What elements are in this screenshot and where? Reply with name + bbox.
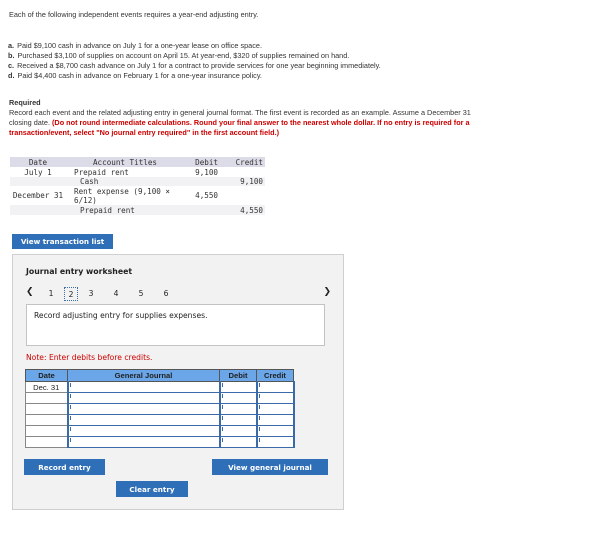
credit-input[interactable] [255,425,295,437]
event-item: d. Paid $4,400 cash in advance on Februar… [8,71,381,81]
page-link-5[interactable]: 5 [134,289,148,303]
journal-row [25,392,295,404]
journal-date [25,392,68,404]
example-date: December 31 [12,191,64,200]
account-input[interactable] [66,425,221,437]
chevron-left-icon[interactable]: ❮ [26,287,34,297]
event-item: c. Received a $8,700 cash advance on July… [8,61,381,71]
journal-row [25,425,295,437]
page-link-6[interactable]: 6 [159,289,173,303]
required-instruction: (Do not round intermediate calculations.… [9,117,470,137]
account-input[interactable] [66,436,221,448]
journal-date [25,425,68,437]
journal-row [25,414,295,426]
debit-input[interactable] [218,425,258,437]
example-account: Cash [80,177,99,186]
debit-input[interactable] [218,403,258,415]
example-debit: 4,550 [195,191,218,200]
example-table: Date Account Titles Debit Credit July 1 … [10,157,265,215]
debit-input[interactable] [218,392,258,404]
header-credit: Credit [256,369,294,382]
journal-row: Dec. 31 [25,381,295,393]
view-transaction-list-button[interactable]: View transaction list [12,234,113,249]
account-input[interactable] [66,403,221,415]
example-header-credit: Credit [235,157,263,167]
intro-text: Each of the following independent events… [9,10,259,19]
debit-input[interactable] [218,414,258,426]
example-credit: 4,550 [240,205,263,215]
example-row: July 1 Prepaid rent 9,100 [10,167,265,177]
event-letter: c. [8,61,15,70]
clear-entry-button[interactable]: Clear entry [116,481,188,497]
page-link-1[interactable]: 1 [44,289,58,303]
worksheet-pagination: ❮ 1 2 3 4 5 6 ❯ [26,287,331,301]
example-credit: 9,100 [240,177,263,186]
debits-note: Note: Enter debits before credits. [26,353,153,362]
journal-row [25,403,295,415]
page-link-4[interactable]: 4 [109,289,123,303]
record-entry-button[interactable]: Record entry [24,459,105,475]
required-body: Record each event and the related adjust… [9,108,479,137]
event-item: a. Paid $9,100 cash in advance on July 1 … [8,41,381,51]
event-letter: d. [8,71,15,80]
journal-date [25,414,68,426]
view-general-journal-button[interactable]: View general journal [212,459,328,475]
example-account: Rent expense (9,100 × 6/12) [74,186,171,205]
credit-input[interactable] [255,381,295,393]
events-list: a. Paid $9,100 cash in advance on July 1 … [8,41,381,81]
debit-input[interactable] [218,381,258,393]
example-header-debit: Debit [195,157,218,167]
example-header-row: Date Account Titles Debit Credit [10,157,265,167]
header-date: Date [25,369,68,382]
account-input[interactable] [66,414,221,426]
event-text: Purchased $3,100 of supplies on account … [17,51,350,60]
journal-row [25,436,295,448]
event-text: Paid $4,400 cash in advance on February … [17,71,262,80]
event-letter: b. [8,51,15,60]
credit-input[interactable] [255,414,295,426]
credit-input[interactable] [255,392,295,404]
journal-date: Dec. 31 [25,381,68,393]
journal-entry-worksheet: Journal entry worksheet ❮ 1 2 3 4 5 6 ❯ … [12,254,344,510]
chevron-right-icon[interactable]: ❯ [323,287,331,297]
header-debit: Debit [219,369,257,382]
header-general-journal: General Journal [67,369,220,382]
journal-date [25,403,68,415]
example-row: Cash 9,100 [10,177,265,186]
page-link-2[interactable]: 2 [64,287,78,301]
example-row: December 31 Rent expense (9,100 × 6/12) … [10,186,265,205]
account-input[interactable] [66,381,221,393]
required-title: Required [9,98,41,107]
journal-entry-table: Date General Journal Debit Credit Dec. 3… [25,369,295,448]
credit-input[interactable] [255,403,295,415]
event-text: Received a $8,700 cash advance on July 1… [17,61,381,70]
account-input[interactable] [66,392,221,404]
page-link-3[interactable]: 3 [84,289,98,303]
example-header-date: Date [28,157,48,167]
example-row: Prepaid rent 4,550 [10,205,265,215]
credit-input[interactable] [255,436,295,448]
example-header-account: Account Titles [92,157,157,167]
event-text: Paid $9,100 cash in advance on July 1 fo… [17,41,262,50]
entry-description: Record adjusting entry for supplies expe… [26,304,325,346]
example-debit: 9,100 [195,167,218,177]
journal-header-row: Date General Journal Debit Credit [25,369,294,382]
event-item: b. Purchased $3,100 of supplies on accoun… [8,51,381,61]
worksheet-title: Journal entry worksheet [26,267,133,276]
event-letter: a. [8,41,15,50]
debit-input[interactable] [218,436,258,448]
example-account: Prepaid rent [80,205,135,215]
example-date: July 1 [24,167,52,177]
example-account: Prepaid rent [74,167,129,177]
journal-date [25,436,68,448]
